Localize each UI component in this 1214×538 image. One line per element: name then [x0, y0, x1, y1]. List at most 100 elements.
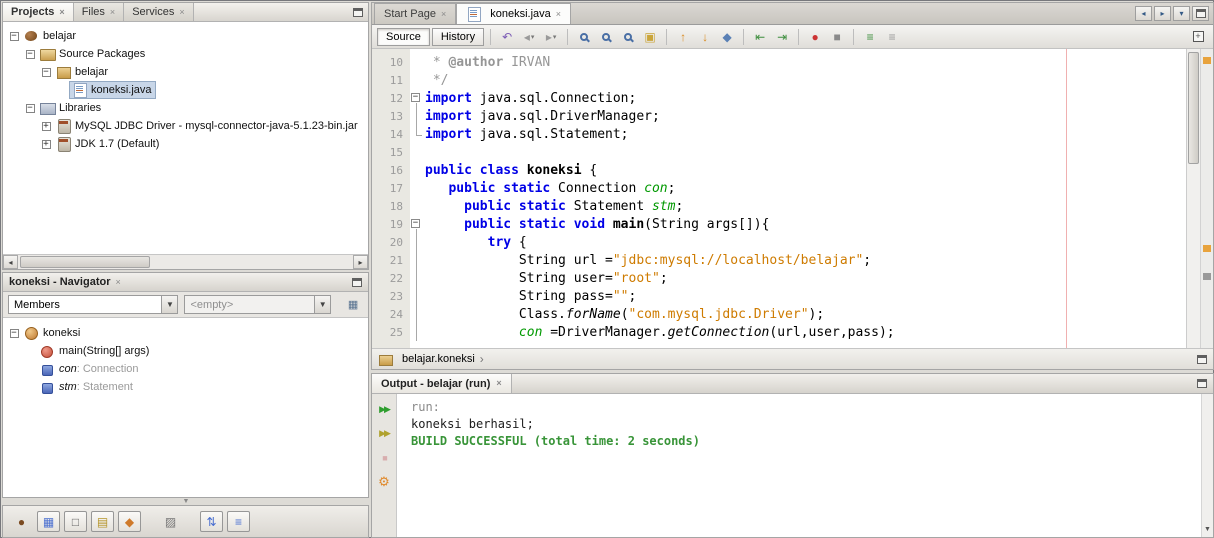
project-tree-row[interactable]: − Libraries: [3, 99, 368, 117]
navigator-tree-row[interactable]: con : Connection: [3, 360, 368, 378]
line-number[interactable]: 21: [372, 254, 410, 267]
editor-tab-koneksi-java[interactable]: koneksi.java ×: [456, 3, 572, 24]
close-output-icon[interactable]: ×: [496, 379, 501, 388]
code-line[interactable]: 14 import java.sql.Statement;: [372, 125, 1213, 143]
code-line[interactable]: 16 public class koneksi {: [372, 161, 1213, 179]
code-editor[interactable]: 10 * @author IRVAN 11 */12− import java.sq…: [372, 49, 1213, 348]
stop-macro-recording-icon[interactable]: ■: [827, 27, 847, 47]
code-line[interactable]: 13 import java.sql.DriverManager;: [372, 107, 1213, 125]
error-stripe[interactable]: [1200, 49, 1213, 348]
line-number[interactable]: 19: [372, 218, 410, 231]
code-lines[interactable]: 10 * @author IRVAN 11 */12− import java.sq…: [372, 53, 1213, 341]
collapse-toggle-icon[interactable]: −: [9, 328, 19, 338]
sort-by-source-icon[interactable]: ⇅: [200, 511, 223, 532]
scroll-tabs-left-icon[interactable]: ◂: [1135, 6, 1152, 21]
collapse-toggle-icon[interactable]: −: [41, 67, 51, 77]
show-fields-icon[interactable]: ▦: [37, 511, 60, 532]
close-icon[interactable]: ×: [59, 7, 64, 17]
navigator-tree-row[interactable]: − koneksi: [3, 324, 368, 342]
sort-alphabetically-icon[interactable]: ≡: [227, 511, 250, 532]
shift-line-left-icon[interactable]: ⇤: [750, 27, 770, 47]
minimize-projects-button[interactable]: [348, 3, 368, 21]
project-tree-row[interactable]: − belajar: [3, 63, 368, 81]
line-number[interactable]: 17: [372, 182, 410, 195]
chevron-down-icon[interactable]: ▼: [314, 296, 331, 313]
line-number[interactable]: 22: [372, 272, 410, 285]
code-line[interactable]: 11 */: [372, 71, 1213, 89]
line-number[interactable]: 24: [372, 308, 410, 321]
breadcrumb-path[interactable]: belajar.koneksi: [402, 353, 475, 365]
navigator-tree-row[interactable]: stm : Statement: [3, 378, 368, 396]
code-line[interactable]: 19− public static void main(String args[…: [372, 215, 1213, 233]
scroll-down-icon[interactable]: ▼: [1202, 524, 1213, 536]
line-number[interactable]: 13: [372, 110, 410, 123]
code-line[interactable]: 20 try {: [372, 233, 1213, 251]
show-public-only-icon[interactable]: ◆: [118, 511, 141, 532]
rerun-icon[interactable]: ▶▶: [375, 401, 394, 418]
uncomment-icon[interactable]: ≡: [882, 27, 902, 47]
tab-services[interactable]: Services ×: [124, 3, 194, 21]
tab-projects[interactable]: Projects ×: [3, 3, 74, 21]
code-line[interactable]: 10 * @author IRVAN: [372, 53, 1213, 71]
project-tree-row[interactable]: − Source Packages: [3, 45, 368, 63]
history-view-button[interactable]: History: [431, 27, 485, 46]
expand-toggle-icon[interactable]: +: [41, 139, 51, 149]
close-icon[interactable]: ×: [556, 9, 561, 19]
line-number[interactable]: 15: [372, 146, 410, 159]
navigator-tree[interactable]: − koneksi main(String[] args) con : Connect…: [3, 319, 368, 497]
previous-bookmark-icon[interactable]: ↑: [673, 27, 693, 47]
maximize-window-icon[interactable]: [1192, 6, 1209, 21]
stripe-mark[interactable]: [1203, 245, 1211, 252]
scroll-thumb[interactable]: [1188, 52, 1199, 164]
line-number[interactable]: 23: [372, 290, 410, 303]
navigator-options-icon[interactable]: ▦: [343, 295, 363, 314]
shift-line-right-icon[interactable]: ⇥: [772, 27, 792, 47]
close-navigator-icon[interactable]: ×: [115, 277, 120, 287]
code-line[interactable]: 24 Class.forName("com.mysql.jdbc.Driver"…: [372, 305, 1213, 323]
code-line[interactable]: 22 String user="root";: [372, 269, 1213, 287]
toggle-bookmark-icon[interactable]: ◆: [717, 27, 737, 47]
show-inherited-members-icon[interactable]: ●: [10, 511, 33, 532]
close-icon[interactable]: ×: [441, 9, 446, 19]
collapse-fold-icon[interactable]: −: [411, 93, 420, 102]
projects-horizontal-scrollbar[interactable]: ◂ ▸: [3, 254, 368, 269]
next-bookmark-icon[interactable]: ↓: [695, 27, 715, 47]
start-macro-recording-icon[interactable]: ●: [805, 27, 825, 47]
project-tree-row[interactable]: − belajar: [3, 27, 368, 45]
forward-icon[interactable]: ▸ ▾: [541, 27, 561, 47]
source-view-button[interactable]: Source: [377, 27, 430, 46]
stripe-mark[interactable]: [1203, 273, 1211, 280]
members-filter-combo[interactable]: Members ▼: [8, 295, 179, 314]
line-number[interactable]: 10: [372, 56, 410, 69]
find-next-icon[interactable]: [618, 27, 638, 47]
navigator-tree-row[interactable]: main(String[] args): [3, 342, 368, 360]
minimize-navigator-icon[interactable]: [352, 277, 362, 287]
line-number[interactable]: 16: [372, 164, 410, 177]
breadcrumb-menu-icon[interactable]: [1197, 354, 1207, 364]
split-editor-icon[interactable]: +: [1188, 27, 1208, 47]
inherited-filter-combo[interactable]: <empty> ▼: [184, 295, 332, 314]
code-line[interactable]: 21 String url ="jdbc:mysql://localhost/b…: [372, 251, 1213, 269]
scroll-thumb[interactable]: [20, 256, 150, 268]
project-tree-row[interactable]: + MySQL JDBC Driver - mysql-connector-jav…: [3, 117, 368, 135]
line-number[interactable]: 20: [372, 236, 410, 249]
output-scrollbar[interactable]: ▼: [1201, 394, 1213, 537]
tab-list-icon[interactable]: ▾: [1173, 6, 1190, 21]
close-icon[interactable]: ×: [110, 7, 115, 17]
scroll-tabs-right-icon[interactable]: ▸: [1154, 6, 1171, 21]
code-line[interactable]: 12− import java.sql.Connection;: [372, 89, 1213, 107]
back-icon[interactable]: ◂ ▾: [519, 27, 539, 47]
scroll-left-icon[interactable]: ◂: [3, 255, 18, 269]
scroll-right-icon[interactable]: ▸: [353, 255, 368, 269]
line-number[interactable]: 11: [372, 74, 410, 87]
output-console[interactable]: run: koneksi berhasil; BUILD SUCCESSFUL (t…: [397, 394, 1213, 537]
show-static-members-icon[interactable]: ▤: [91, 511, 114, 532]
code-line[interactable]: 25 con =DriverManager.getConnection(url,…: [372, 323, 1213, 341]
chevron-down-icon[interactable]: ▼: [161, 296, 178, 313]
minimize-output-icon[interactable]: [1197, 379, 1207, 388]
project-tree-row[interactable]: + JDK 1.7 (Default): [3, 135, 368, 153]
code-line[interactable]: 18 public static Statement stm;: [372, 197, 1213, 215]
splitter-collapse-handle[interactable]: ▼: [173, 498, 199, 505]
editor-vertical-scrollbar[interactable]: [1186, 49, 1200, 348]
find-selection-icon[interactable]: [574, 27, 594, 47]
